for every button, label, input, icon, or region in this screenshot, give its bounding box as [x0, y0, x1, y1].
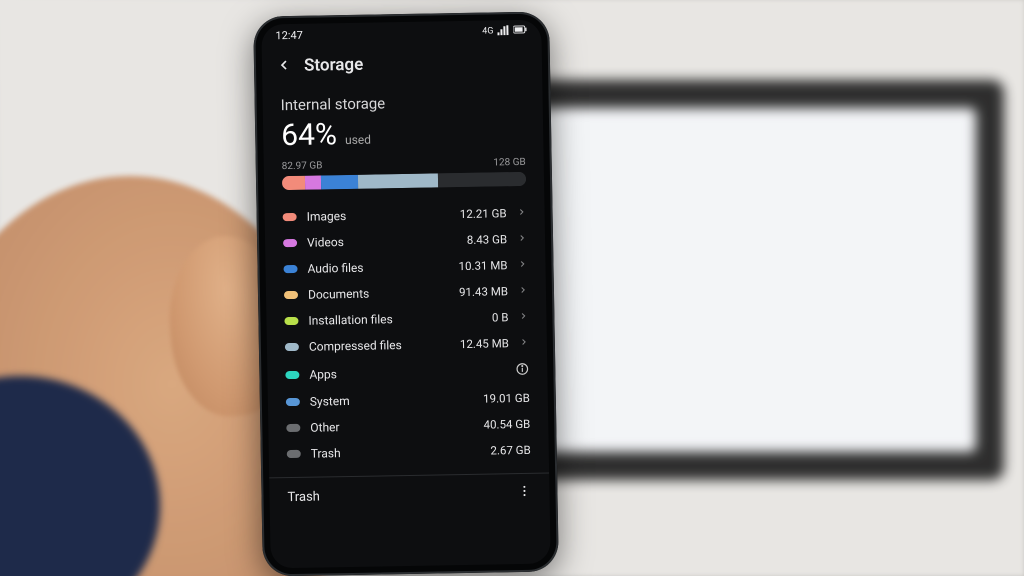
category-value: 12.21 GB	[460, 206, 507, 221]
category-label: Videos	[307, 233, 457, 250]
usage-summary: 64% used	[281, 114, 526, 153]
chevron-right-icon	[516, 206, 526, 220]
bar-segment	[282, 176, 305, 190]
status-time: 12:47	[275, 28, 303, 41]
page-title: Storage	[304, 55, 364, 76]
phone-frame: 12:47 4G Storage Internal storage 64% us	[253, 11, 559, 576]
category-label: Compressed files	[309, 337, 450, 353]
category-value: 8.43 GB	[467, 232, 508, 247]
bar-segment	[358, 173, 439, 188]
storage-bar	[282, 172, 526, 190]
chevron-right-icon	[518, 310, 528, 324]
battery-icon	[513, 25, 527, 37]
category-value: 40.54 GB	[483, 417, 530, 432]
category-color-pill	[284, 291, 298, 299]
category-label: Images	[307, 207, 450, 223]
section-title: Internal storage	[281, 92, 525, 114]
bar-labels: 82.97 GB 128 GB	[282, 157, 526, 172]
chevron-right-icon	[519, 336, 529, 350]
category-label: Audio files	[307, 259, 448, 275]
bar-segment	[438, 172, 526, 188]
category-label: Installation files	[308, 311, 482, 328]
category-color-pill	[284, 317, 298, 325]
category-value: 91.43 MB	[459, 284, 508, 299]
category-label: Other	[310, 418, 473, 435]
category-label: Trash	[311, 444, 481, 461]
total-size: 128 GB	[493, 157, 526, 169]
category-value: 19.01 GB	[483, 391, 530, 406]
back-icon[interactable]	[276, 56, 292, 75]
network-indicator: 4G	[482, 26, 493, 36]
signal-icon	[497, 25, 509, 38]
category-color-pill	[283, 213, 297, 221]
chevron-right-icon	[517, 232, 527, 246]
usage-percent: 64%	[281, 117, 337, 153]
chevron-right-icon	[518, 284, 528, 298]
category-color-pill	[286, 424, 300, 432]
chevron-right-icon	[517, 258, 527, 272]
info-icon[interactable]	[515, 362, 529, 379]
trash-section[interactable]: Trash	[269, 474, 549, 507]
category-value: 0 B	[492, 310, 509, 324]
category-color-pill	[287, 450, 301, 458]
category-color-pill	[285, 343, 299, 351]
category-color-pill	[286, 398, 300, 406]
category-label: Apps	[309, 364, 505, 381]
bar-segment	[321, 175, 358, 190]
storage-content: Internal storage 64% used 82.97 GB 128 G…	[262, 82, 549, 479]
header: Storage	[262, 42, 543, 87]
category-color-pill	[283, 239, 297, 247]
used-size: 82.97 GB	[282, 160, 323, 172]
category-value: 2.67 GB	[490, 443, 531, 458]
category-row: Trash 2.67 GB	[287, 437, 531, 467]
more-icon[interactable]	[517, 484, 531, 502]
category-color-pill	[283, 265, 297, 273]
category-label: Documents	[308, 285, 449, 301]
category-label: System	[310, 392, 473, 409]
status-icons: 4G	[482, 24, 527, 38]
bar-segment	[305, 175, 321, 189]
category-row[interactable]: Apps	[285, 356, 529, 389]
trash-label: Trash	[287, 489, 320, 505]
phone-screen: 12:47 4G Storage Internal storage 64% us	[261, 20, 550, 569]
category-list: Images 12.21 GBVideos 8.43 GB Audio files 10…	[282, 200, 531, 467]
category-color-pill	[285, 370, 299, 378]
usage-label: used	[345, 133, 371, 147]
category-value: 10.31 MB	[458, 258, 507, 273]
category-value: 12.45 MB	[460, 336, 509, 351]
